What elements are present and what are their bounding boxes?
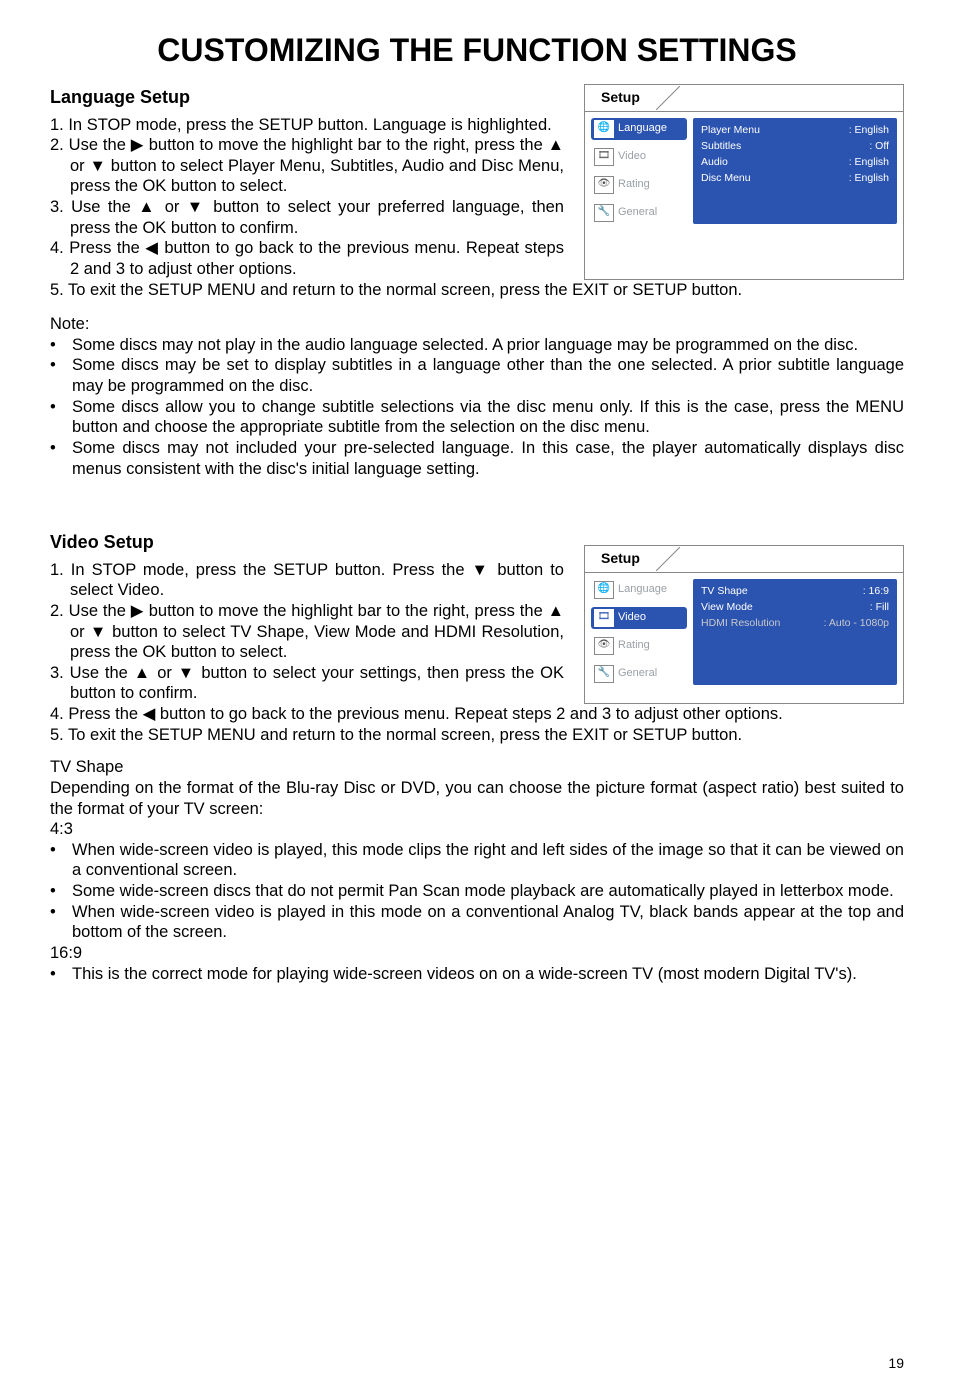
tvshape-heading: TV Shape [50,757,904,778]
val-hdmi: : Auto - 1080p [824,617,889,630]
globe-icon: 🌐 [594,581,614,599]
video-step-2: 2. Use the ▶ button to move the highligh… [50,601,564,663]
val-tvshape: : 16:9 [863,585,889,598]
opt-viewmode: View Mode [701,601,753,614]
lang-step-3: 3. Use the ▲ or ▼ button to select your … [50,197,564,238]
page-title: CUSTOMIZING THE FUNCTION SETTINGS [50,30,904,70]
ratio-43: 4:3 [50,819,904,840]
globe-icon: 🌐 [594,120,614,138]
lang-step-1: 1. In STOP mode, press the SETUP button.… [50,115,564,136]
eye-icon: 👁 [594,637,614,655]
tvshape-intro: Depending on the format of the Blu-ray D… [50,778,904,819]
tab-rating: 👁 Rating [591,174,687,196]
setup-panel-video: Setup 🌐 Language 🎞 Video 👁 Rating 🔧 [584,545,904,704]
setup-panel-language: Setup 🌐 Language 🎞 Video 👁 Rating 🔧 [584,84,904,280]
val-subtitles: : Off [869,140,889,153]
video-step-3: 3. Use the ▲ or ▼ button to select your … [50,663,564,704]
b43-3: When wide-screen video is played in this… [50,902,904,943]
lang-note-1: Some discs may not play in the audio lan… [50,335,904,356]
val-disc-menu: : English [849,172,889,185]
wrench-icon: 🔧 [594,665,614,683]
wrench-icon: 🔧 [594,204,614,222]
val-viewmode: : Fill [870,601,889,614]
lang-step-5: 5. To exit the SETUP MENU and return to … [50,280,904,301]
opt-disc-menu: Disc Menu [701,172,751,185]
tab-rating-label-2: Rating [618,639,650,653]
opt-hdmi: HDMI Resolution [701,617,780,630]
lang-note-3: Some discs allow you to change subtitle … [50,397,904,438]
tab-video-2: 🎞 Video [591,607,687,629]
video-setup-heading: Video Setup [50,531,564,554]
setup-panel-title-2: Setup [585,546,656,572]
language-options-pane: Player Menu : English Subtitles : Off Audi… [693,118,897,224]
b169-1: This is the correct mode for playing wid… [50,964,904,985]
tab-video-label-2: Video [618,611,646,625]
tab-video-label: Video [618,150,646,164]
lang-step-2: 2. Use the ▶ button to move the highligh… [50,135,564,197]
video-step-1: 1. In STOP mode, press the SETUP button.… [50,560,564,601]
tab-general-2: 🔧 General [591,663,687,685]
tab-language-2: 🌐 Language [591,579,687,601]
tab-general-label: General [618,206,657,220]
tab-rating-label: Rating [618,178,650,192]
lang-note-2: Some discs may be set to display subtitl… [50,355,904,396]
tab-video: 🎞 Video [591,146,687,168]
video-step-5: 5. To exit the SETUP MENU and return to … [50,725,904,746]
tab-language-label-2: Language [618,583,667,597]
tab-language-label: Language [618,122,667,136]
b43-2: Some wide-screen discs that do not permi… [50,881,904,902]
opt-tvshape: TV Shape [701,585,748,598]
opt-subtitles: Subtitles [701,140,741,153]
language-setup-heading: Language Setup [50,86,564,109]
page-number: 19 [888,1355,904,1373]
val-audio: : English [849,156,889,169]
tab-rating-2: 👁 Rating [591,635,687,657]
b43-1: When wide-screen video is played, this m… [50,840,904,881]
tab-general: 🔧 General [591,202,687,224]
video-options-pane: TV Shape : 16:9 View Mode : Fill HDMI Reso… [693,579,897,685]
tab-general-label-2: General [618,667,657,681]
val-player-menu: : English [849,124,889,137]
film-icon: 🎞 [594,609,614,627]
note-heading: Note: [50,314,904,335]
film-icon: 🎞 [594,148,614,166]
lang-note-4: Some discs may not included your pre-sel… [50,438,904,479]
opt-audio: Audio [701,156,728,169]
tab-language: 🌐 Language [591,118,687,140]
eye-icon: 👁 [594,176,614,194]
lang-step-4: 4. Press the ◀ button to go back to the … [50,238,564,279]
ratio-169: 16:9 [50,943,904,964]
opt-player-menu: Player Menu [701,124,760,137]
setup-panel-title: Setup [585,85,656,111]
video-step-4: 4. Press the ◀ button to go back to the … [50,704,904,725]
